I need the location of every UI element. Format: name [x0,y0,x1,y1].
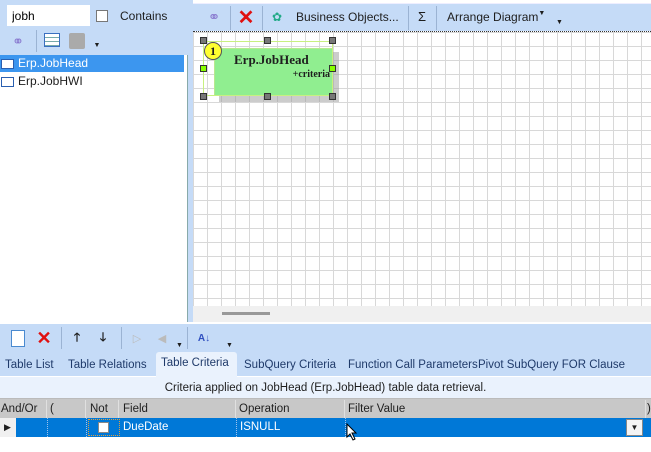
cell-and-or[interactable] [16,418,48,437]
overflow-arrow-icon[interactable]: ▼ [556,19,563,26]
node-number-badge: 1 [204,42,222,60]
link-icon[interactable]: ⚭ [8,31,28,51]
sort-az-icon[interactable]: A↓ [194,329,214,347]
resize-handle[interactable] [200,65,207,72]
column-header-field[interactable]: Field [120,400,236,418]
move-down-icon[interactable]: 🡓 [96,330,110,345]
delete-icon[interactable]: ✕ [34,328,54,348]
dropdown-arrow-icon: ▼ [538,10,546,17]
mouse-cursor-icon [346,423,358,441]
sum-button[interactable]: Σ [418,9,426,24]
not-checkbox[interactable] [98,422,109,433]
column-header-open-paren[interactable]: ( [48,400,86,418]
new-icon[interactable] [11,330,25,347]
table-options-icon[interactable] [69,33,85,49]
resize-handle[interactable] [264,93,271,100]
column-header-not[interactable]: Not [87,400,119,418]
cell-open-paren[interactable] [48,418,87,437]
column-header-close-paren[interactable]: ) [646,400,651,418]
column-header-filter-value[interactable]: Filter Value [346,400,646,418]
arrange-diagram-button[interactable]: Arrange Diagram▼ [447,10,545,24]
contains-checkbox[interactable] [96,10,108,22]
scrollbar-thumb[interactable] [222,312,270,315]
resize-handle[interactable] [200,93,207,100]
resize-handle[interactable] [264,37,271,44]
cell-filter-value[interactable] [346,418,626,437]
dropdown-arrow-icon[interactable]: ▼ [92,40,102,50]
tab-table-list[interactable]: Table List [5,352,54,376]
indent-left-icon[interactable]: ◀ [155,331,169,345]
selection-box [203,41,333,96]
cell-operation[interactable]: ISNULL [237,418,346,437]
criteria-caption: Criteria applied on JobHead (Erp.JobHead… [0,377,651,399]
delete-icon[interactable]: ✕ [235,6,257,29]
filter-value-dropdown-button[interactable]: ▼ [626,419,643,436]
business-objects-button[interactable]: Business Objects... [296,10,399,24]
cell-field[interactable]: DueDate [120,418,237,437]
resize-handle[interactable] [329,65,336,72]
move-up-icon[interactable]: 🡑 [70,330,84,345]
tab-table-relations[interactable]: Table Relations [68,352,147,376]
indent-right-icon[interactable]: ▷ [130,331,144,345]
link-icon[interactable]: ⚭ [203,7,225,27]
search-input[interactable] [7,5,90,26]
column-header-and-or[interactable]: And/Or [0,400,47,418]
table-list-item[interactable]: Erp.JobHead [0,55,184,72]
tab-subquery-criteria[interactable]: SubQuery Criteria [244,352,336,376]
resize-handle[interactable] [329,93,336,100]
tab-table-criteria[interactable]: Table Criteria [161,350,229,374]
resize-handle[interactable] [200,37,207,44]
cell-not[interactable] [88,419,120,436]
table-icon[interactable] [44,33,60,47]
table-list-item[interactable]: Erp.JobHWI [0,73,184,90]
tab-function-call-parameters[interactable]: Function Call Parameters [348,352,478,376]
dropdown-arrow-icon[interactable]: ▼ [176,342,183,349]
table-list [0,55,188,322]
table-icon [1,77,14,87]
column-header-operation[interactable]: Operation [237,400,345,418]
tab-pivot-subquery[interactable]: Pivot SubQuery FOR Clause [478,352,625,376]
dropdown-arrow-icon[interactable]: ▼ [226,342,233,349]
contains-label: Contains [120,9,168,23]
row-indicator[interactable]: ▶ [0,418,16,437]
table-icon [1,59,14,69]
resize-handle[interactable] [329,37,336,44]
business-objects-icon[interactable]: ✿ [269,9,285,25]
